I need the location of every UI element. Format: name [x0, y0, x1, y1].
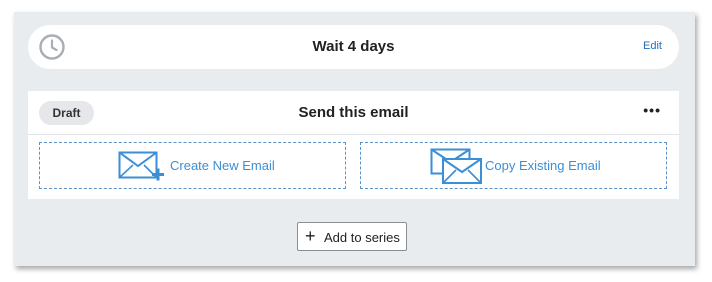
- email-step-card: Draft Send this email ••• Create New Ema…: [28, 91, 679, 199]
- add-to-series-label: Add to series: [324, 230, 400, 245]
- wait-step-title: Wait 4 days: [312, 38, 395, 55]
- copy-existing-email-button[interactable]: Copy Existing Email: [360, 142, 667, 189]
- envelope-plus-icon: [118, 151, 164, 181]
- envelope-copy-icon: [430, 148, 482, 184]
- wait-step-card: Wait 4 days Edit: [28, 25, 679, 69]
- email-step-title: Send this email: [298, 104, 409, 121]
- create-new-email-button[interactable]: Create New Email: [39, 142, 346, 189]
- add-to-series-button[interactable]: + Add to series: [297, 222, 407, 251]
- create-new-email-label: Create New Email: [170, 158, 275, 173]
- plus-icon: +: [305, 226, 316, 246]
- more-options-button[interactable]: •••: [643, 102, 661, 118]
- series-panel: Wait 4 days Edit Draft Send this email •…: [14, 12, 695, 266]
- email-step-header: Draft Send this email •••: [28, 91, 679, 135]
- copy-existing-email-label: Copy Existing Email: [485, 158, 601, 173]
- edit-link[interactable]: Edit: [643, 40, 662, 52]
